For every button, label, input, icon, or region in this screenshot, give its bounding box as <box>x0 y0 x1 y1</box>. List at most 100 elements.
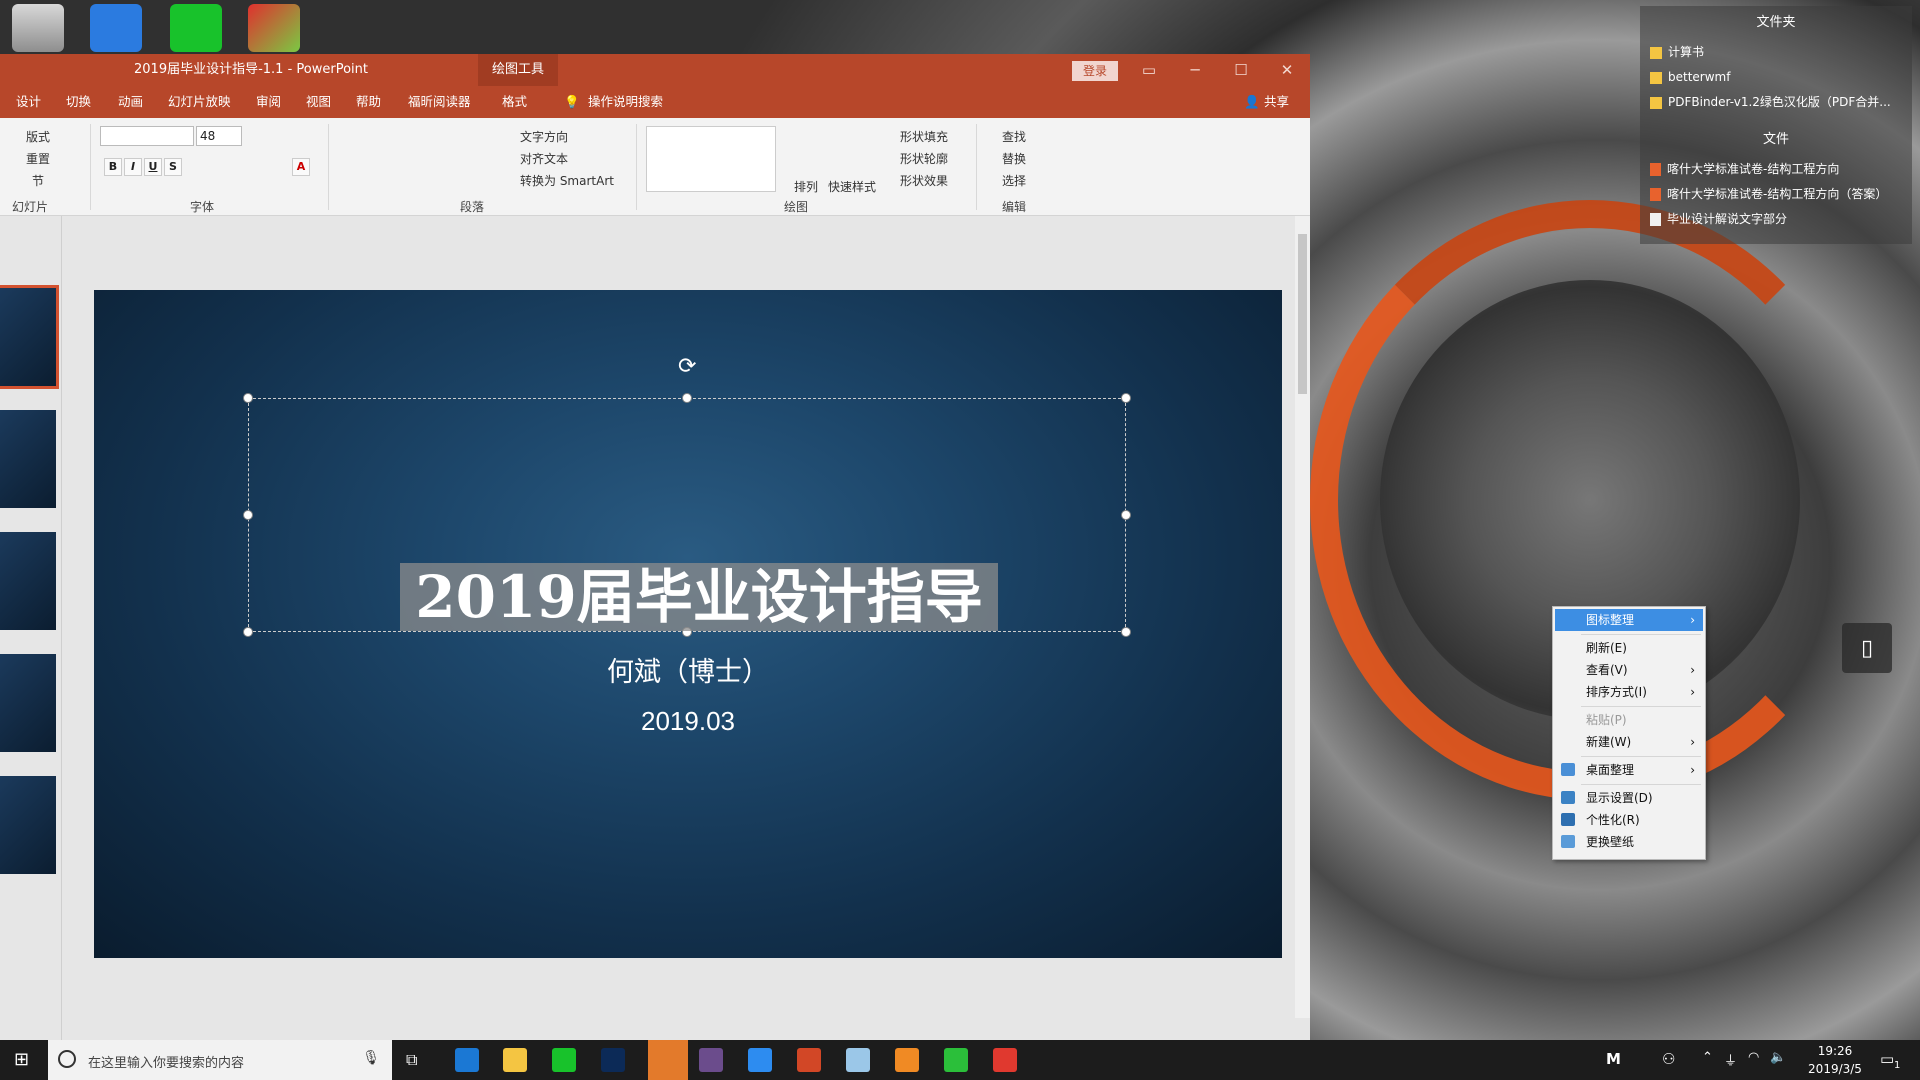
slide-thumbnail[interactable] <box>0 532 56 630</box>
mouse-icon[interactable]: ▯ <box>1842 623 1892 673</box>
quick-styles-button[interactable]: 快速样式 <box>828 178 876 195</box>
menu-item-change-wallpaper[interactable]: 更换壁纸 <box>1555 831 1703 853</box>
slide-title[interactable]: 2019届毕业设计指导 <box>400 563 998 631</box>
reset-button[interactable]: 重置 <box>26 150 50 167</box>
menu-item-new[interactable]: 新建(W) › <box>1555 731 1703 753</box>
fence-folder-item[interactable]: 计算书 <box>1640 40 1912 65</box>
underline-button[interactable]: U <box>144 158 162 176</box>
tab-slideshow[interactable]: 幻灯片放映 <box>164 86 235 118</box>
resize-handle[interactable] <box>1121 510 1131 520</box>
tab-format[interactable]: 格式 <box>498 86 532 120</box>
feishu-icon[interactable] <box>748 1048 772 1072</box>
windows-start-icon[interactable]: ⊞ <box>14 1049 29 1070</box>
ribbon-display-icon[interactable]: ▭ <box>1126 54 1172 86</box>
close-icon[interactable]: ✕ <box>1264 54 1310 86</box>
tell-me-search[interactable]: 操作说明搜索 <box>584 86 667 118</box>
shape-outline-button[interactable]: 形状轮廓 <box>900 150 948 167</box>
fence-folder-item[interactable]: betterwmf <box>1640 65 1912 90</box>
shadow-button[interactable]: S <box>164 158 182 176</box>
text-direction-button[interactable]: 文字方向 <box>520 128 568 145</box>
menu-item-refresh[interactable]: 刷新(E) <box>1555 637 1703 659</box>
menu-item-display-settings[interactable]: 显示设置(D) <box>1555 787 1703 809</box>
recycle-bin-icon[interactable] <box>12 4 64 52</box>
menu-item-desktop-organize[interactable]: 桌面整理 › <box>1555 759 1703 781</box>
app-icon-red[interactable] <box>993 1048 1017 1072</box>
tab-review[interactable]: 审阅 <box>252 86 285 118</box>
resize-handle[interactable] <box>243 393 253 403</box>
clock-date[interactable]: 2019/3/5 <box>1800 1062 1870 1076</box>
arrange-button[interactable]: 排列 <box>794 178 818 195</box>
share-button[interactable]: 共享 <box>1260 86 1293 118</box>
tab-foxit[interactable]: 福昕阅读器 <box>404 86 475 118</box>
winrar-icon[interactable] <box>699 1048 723 1072</box>
rotate-handle-icon[interactable]: ⟳ <box>678 354 696 379</box>
active-app-icon[interactable] <box>648 1040 688 1080</box>
fence-file-item[interactable]: 喀什大学标准试卷-结构工程方向 <box>1640 157 1912 182</box>
menu-item-personalize[interactable]: 个性化(R) <box>1555 809 1703 831</box>
slide-canvas[interactable]: ⟳ 2019届毕业设计指导 何斌（博士） 2019.03 <box>94 290 1282 958</box>
shape-fill-button[interactable]: 形状填充 <box>900 128 948 145</box>
bold-button[interactable]: B <box>104 158 122 176</box>
notepad-icon[interactable] <box>846 1048 870 1072</box>
people-icon[interactable]: ⚇ <box>1662 1050 1675 1068</box>
select-button[interactable]: 选择 <box>1002 172 1026 189</box>
align-text-button[interactable]: 对齐文本 <box>520 150 568 167</box>
shape-effects-button[interactable]: 形状效果 <box>900 172 948 189</box>
desktop-app-icon[interactable] <box>90 4 142 52</box>
taskbar-search[interactable]: 在这里输入你要搜索的内容 🎙 <box>48 1040 392 1080</box>
iqiyi-taskbar-icon[interactable] <box>552 1048 576 1072</box>
minimize-icon[interactable]: ─ <box>1172 54 1218 86</box>
power-icon[interactable]: ⏚ <box>1724 1050 1737 1069</box>
microphone-icon[interactable]: 🎙 <box>362 1050 380 1066</box>
powerpoint-taskbar-icon[interactable] <box>797 1048 821 1072</box>
photoshop-icon[interactable] <box>601 1048 625 1072</box>
replace-button[interactable]: 替换 <box>1002 150 1026 167</box>
font-color-button[interactable]: A <box>292 158 310 176</box>
find-button[interactable]: 查找 <box>1002 128 1026 145</box>
volume-icon[interactable]: 🔈 <box>1770 1050 1786 1065</box>
menu-item-icon-arrange[interactable]: 图标整理 › <box>1555 609 1703 631</box>
italic-button[interactable]: I <box>124 158 142 176</box>
fence-file-item[interactable]: 喀什大学标准试卷-结构工程方向（答案） <box>1640 182 1912 207</box>
maximize-icon[interactable]: ☐ <box>1218 54 1264 86</box>
app-icon-orange[interactable] <box>895 1048 919 1072</box>
smartart-button[interactable]: 转换为 SmartArt <box>520 172 614 189</box>
fence-folder-item[interactable]: PDFBinder-v1.2绿色汉化版（PDF合并... <box>1640 90 1912 115</box>
menu-item-view[interactable]: 查看(V) › <box>1555 659 1703 681</box>
iqiyi-icon[interactable] <box>170 4 222 52</box>
resize-handle[interactable] <box>682 393 692 403</box>
layout-button[interactable]: 版式 <box>26 128 50 145</box>
resize-handle[interactable] <box>1121 393 1131 403</box>
network-icon[interactable]: ◠ <box>1748 1050 1759 1065</box>
tab-help[interactable]: 帮助 <box>352 86 385 118</box>
chevron-up-icon[interactable]: ⌃ <box>1702 1050 1713 1065</box>
menu-item-sort[interactable]: 排序方式(I) › <box>1555 681 1703 703</box>
tab-animations[interactable]: 动画 <box>114 86 147 118</box>
resize-handle[interactable] <box>243 510 253 520</box>
slide-thumbnail[interactable] <box>0 410 56 508</box>
resize-handle[interactable] <box>1121 627 1131 637</box>
clock-time[interactable]: 19:26 <box>1800 1044 1870 1058</box>
fence-file-item[interactable]: 毕业设计解说文字部分 <box>1640 207 1912 232</box>
resize-handle[interactable] <box>243 627 253 637</box>
font-name-input[interactable] <box>100 126 194 146</box>
tab-view[interactable]: 视图 <box>302 86 335 118</box>
slide-thumbnail[interactable] <box>0 776 56 874</box>
edge-icon[interactable] <box>455 1048 479 1072</box>
check-app-icon[interactable] <box>248 4 300 52</box>
app-icon-green[interactable] <box>944 1048 968 1072</box>
font-size-input[interactable]: 48 <box>196 126 242 146</box>
ime-indicator[interactable]: M <box>1606 1050 1621 1068</box>
notification-icon[interactable]: ▭ <box>1880 1050 1894 1068</box>
tab-design[interactable]: 设计 <box>12 86 45 118</box>
section-button[interactable]: 节 <box>32 172 44 189</box>
slide-thumbnail[interactable] <box>0 654 56 752</box>
login-button[interactable]: 登录 <box>1072 61 1118 81</box>
vertical-scrollbar[interactable] <box>1295 216 1310 1018</box>
task-view-icon[interactable]: ⧉ <box>406 1050 417 1070</box>
tab-transitions[interactable]: 切换 <box>62 86 95 118</box>
shape-gallery[interactable] <box>646 126 776 192</box>
file-explorer-icon[interactable] <box>503 1048 527 1072</box>
slide-thumbnail[interactable] <box>0 285 59 389</box>
scrollbar-thumb[interactable] <box>1298 234 1307 394</box>
